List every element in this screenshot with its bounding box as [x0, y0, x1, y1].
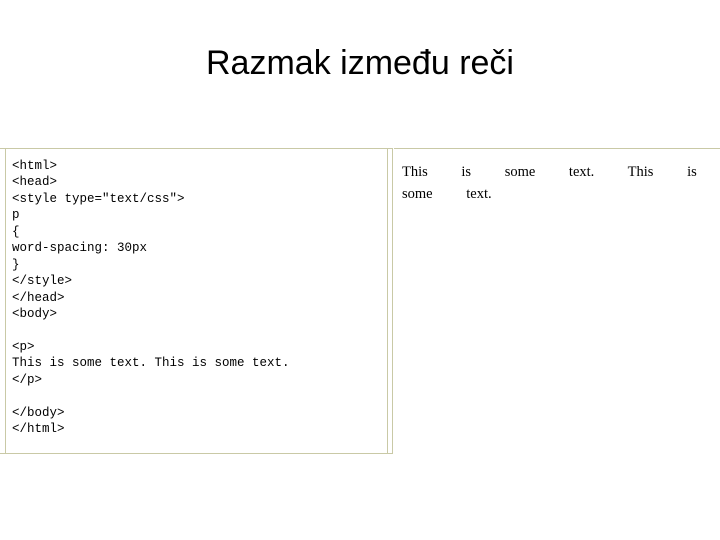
code-panel-right-rule [387, 149, 388, 453]
code-panel: <html> <head> <style type="text/css"> p … [0, 148, 393, 454]
render-panel: This is some text. This is some text. [394, 148, 720, 454]
page-title: Razmak između reči [206, 44, 514, 82]
code-block: <html> <head> <style type="text/css"> p … [12, 159, 290, 437]
slide: Razmak između reči <html> <head> <style … [0, 0, 720, 540]
rendered-paragraph: This is some text. This is some text. [402, 164, 697, 202]
code-panel-left-rule [5, 149, 6, 453]
